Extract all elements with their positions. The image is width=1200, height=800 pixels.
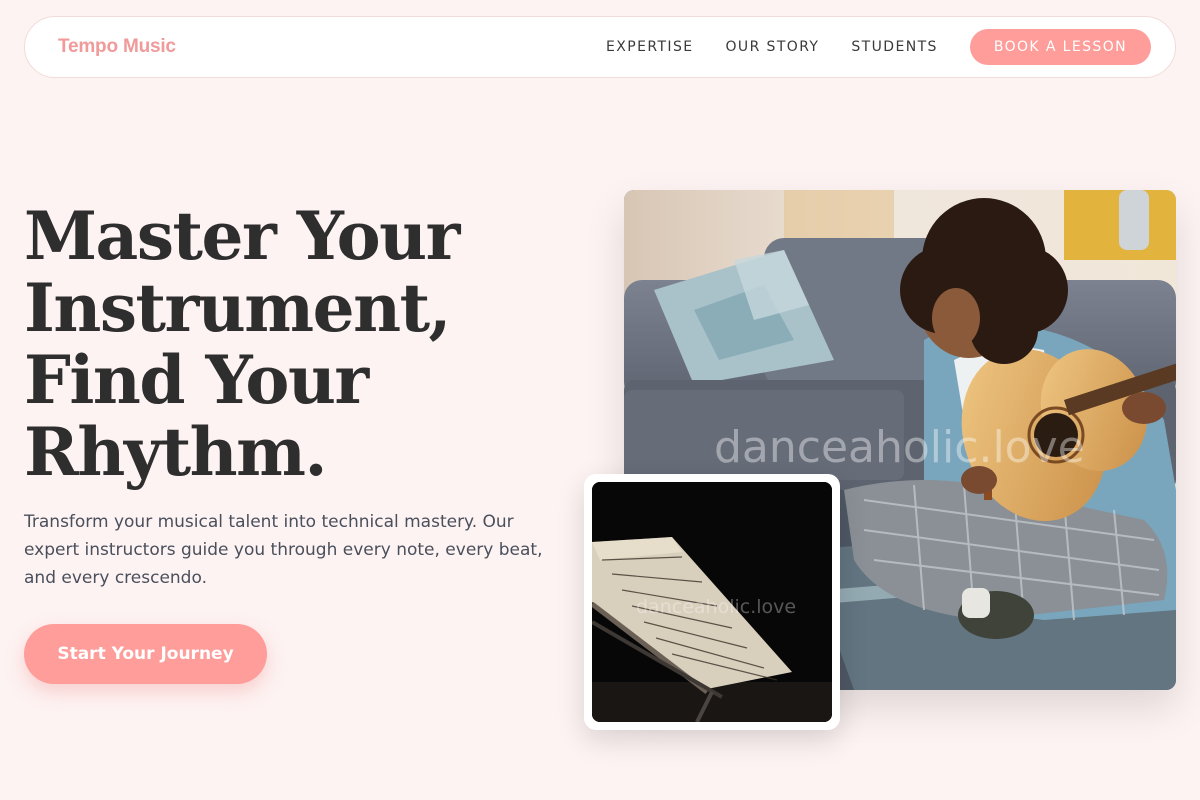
sheet-music-photo: danceaholic.love	[592, 482, 832, 722]
sheet-music-photo-card: danceaholic.love	[584, 474, 840, 730]
start-journey-button[interactable]: Start Your Journey	[24, 624, 267, 684]
brand-logo[interactable]: Tempo Music	[58, 36, 176, 58]
nav-link-students[interactable]: STUDENTS	[851, 39, 937, 55]
top-navigation: Tempo Music EXPERTISE OUR STORY STUDENTS…	[24, 16, 1176, 78]
hero-title-line: Instrument,	[24, 269, 452, 347]
hero-subtitle: Transform your musical talent into techn…	[24, 512, 543, 588]
watermark-main: danceaholic.love	[714, 422, 1085, 473]
hero-title: Master Your Instrument, Find Your Rhythm…	[24, 200, 544, 488]
watermark-small: danceaholic.love	[636, 596, 797, 618]
nav-link-expertise[interactable]: EXPERTISE	[606, 39, 693, 55]
hero-title-line: Find Your	[24, 341, 369, 419]
hero-title-line: Master Your	[24, 197, 460, 275]
hero-title-line: Rhythm.	[24, 413, 327, 491]
nav-link-our-story[interactable]: OUR STORY	[726, 39, 820, 55]
book-lesson-button[interactable]: BOOK A LESSON	[969, 29, 1151, 65]
nav-menu: EXPERTISE OUR STORY STUDENTS BOOK A LESS…	[606, 29, 1151, 65]
